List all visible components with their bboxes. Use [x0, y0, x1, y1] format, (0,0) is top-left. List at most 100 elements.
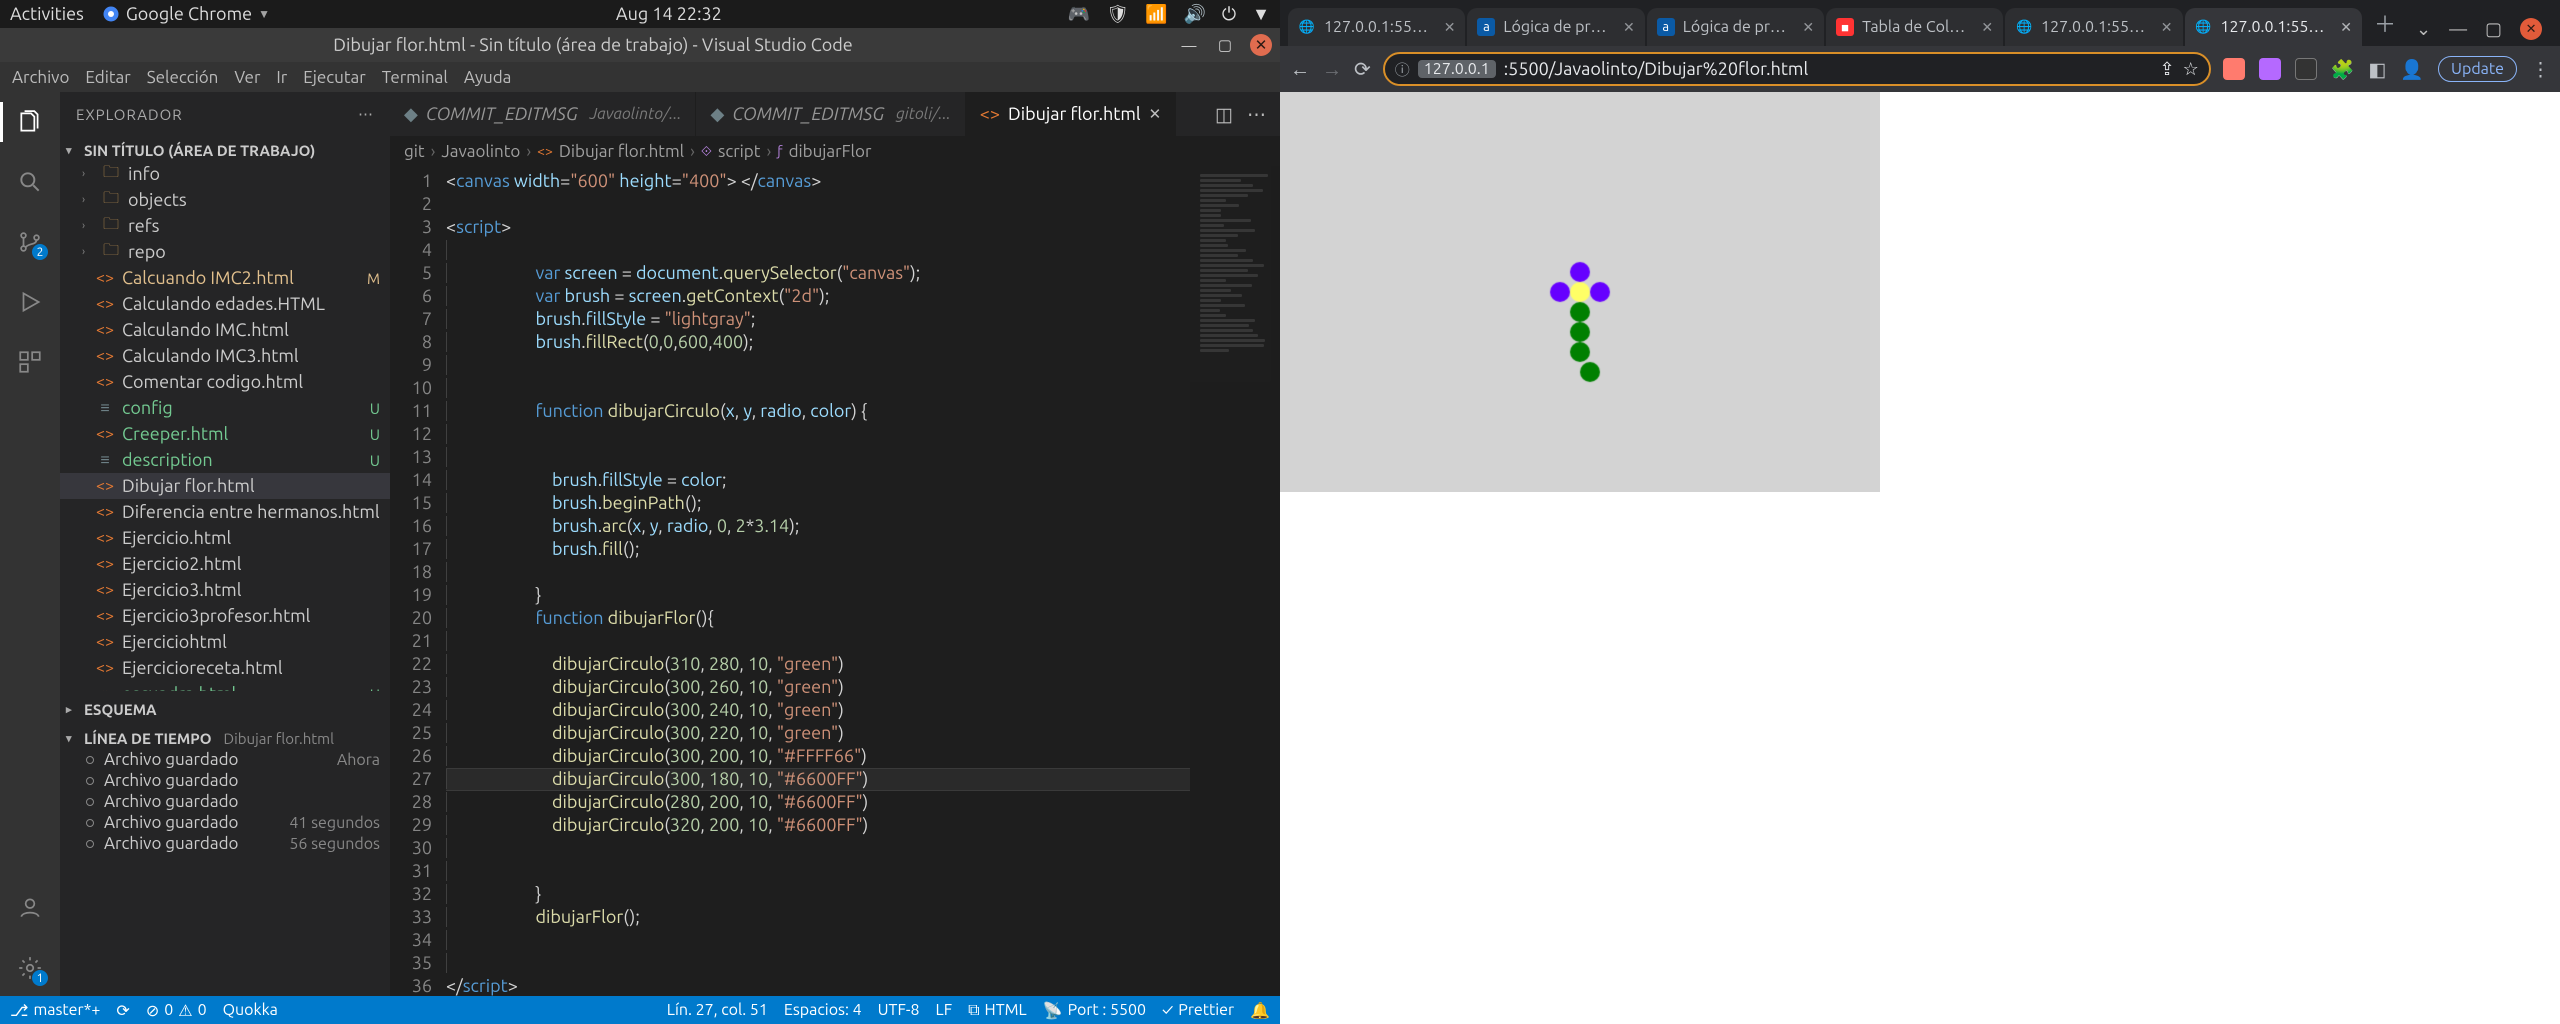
status-liveserver[interactable]: 📡 Port : 5500: [1043, 1001, 1146, 1020]
editor-more-icon[interactable]: ⋯: [1247, 103, 1266, 126]
volume-icon[interactable]: 🔊: [1184, 4, 1206, 25]
menu-item[interactable]: Ejecutar: [303, 68, 366, 87]
power-icon[interactable]: ⏻: [1222, 4, 1236, 25]
tree-item[interactable]: <>Ejercicio.html: [60, 525, 390, 551]
update-button[interactable]: Update: [2438, 56, 2517, 82]
status-problems[interactable]: ⊘ 0 ⚠ 0: [146, 1001, 207, 1020]
status-bell-icon[interactable]: 🔔: [1250, 1001, 1270, 1020]
tree-item[interactable]: <>Calculando IMC3.html: [60, 343, 390, 369]
explorer-activity[interactable]: [10, 102, 50, 142]
outline-section[interactable]: ▸ ESQUEMA: [60, 699, 390, 720]
menu-item[interactable]: Archivo: [12, 68, 69, 87]
timeline-item[interactable]: Archivo guardado: [60, 791, 390, 812]
browser-tab[interactable]: 🌐127.0.0.1:5500/✕: [2185, 8, 2362, 46]
status-spaces[interactable]: Espacios: 4: [784, 1001, 862, 1019]
close-tab-icon[interactable]: ✕: [1149, 105, 1162, 123]
tree-item[interactable]: ›🗀info: [60, 161, 390, 187]
browser-tab[interactable]: ■Tabla de Colore✕: [1826, 8, 2003, 46]
new-tab-button[interactable]: ＋: [2364, 7, 2406, 39]
editor-tab[interactable]: <>Dibujar flor.html✕: [966, 92, 1176, 136]
sidebar-more-icon[interactable]: ⋯: [358, 105, 374, 123]
breadcrumb-item[interactable]: script: [718, 142, 760, 161]
menu-item[interactable]: Selección: [147, 68, 219, 87]
breadcrumb[interactable]: git›Javaolinto›<>Dibujar flor.html›⟐scri…: [390, 136, 1280, 166]
chrome-minimize-button[interactable]: —: [2449, 19, 2467, 39]
profile-avatar[interactable]: 👤: [2400, 58, 2424, 81]
breadcrumb-item[interactable]: Javaolinto: [441, 142, 520, 161]
run-activity[interactable]: [10, 282, 50, 322]
timeline-item[interactable]: Archivo guardado56 segundos: [60, 833, 390, 854]
shield-tray-icon[interactable]: 🛡: [1106, 4, 1129, 25]
extension-icon[interactable]: [2259, 58, 2281, 80]
close-button[interactable]: ✕: [1250, 34, 1272, 56]
browser-tab[interactable]: aLógica de progr✕: [1647, 8, 1824, 46]
close-tab-icon[interactable]: ✕: [2340, 19, 2352, 36]
menu-item[interactable]: Ayuda: [464, 68, 512, 87]
menu-item[interactable]: Terminal: [382, 68, 448, 87]
browser-tab[interactable]: 🌐127.0.0.1:5500/✕: [1288, 8, 1465, 46]
tree-item[interactable]: ›🗀repo: [60, 239, 390, 265]
tree-item[interactable]: <>escuadra.htmlU: [60, 681, 390, 691]
clock[interactable]: Aug 14 22:32: [270, 4, 1068, 24]
system-menu-chevron-icon[interactable]: ▼: [1252, 4, 1270, 25]
activities-button[interactable]: Activities: [10, 4, 84, 24]
menu-item[interactable]: Ver: [234, 68, 260, 87]
chrome-menu-icon[interactable]: ⋮: [2531, 58, 2550, 81]
account-activity[interactable]: [10, 888, 50, 928]
tree-item[interactable]: ≡configU: [60, 395, 390, 421]
tree-item[interactable]: <>Ejercicio3profesor.html: [60, 603, 390, 629]
tree-item[interactable]: <>Ejerciciohtml: [60, 629, 390, 655]
search-activity[interactable]: [10, 162, 50, 202]
browser-tab[interactable]: aLógica de progr✕: [1467, 8, 1644, 46]
reload-button[interactable]: ⟳: [1354, 57, 1371, 81]
tree-item[interactable]: <>Dibujar flor.html: [60, 473, 390, 499]
timeline-item[interactable]: Archivo guardadoAhora: [60, 749, 390, 770]
tree-item[interactable]: ›🗀objects: [60, 187, 390, 213]
menu-item[interactable]: Editar: [85, 68, 130, 87]
settings-activity[interactable]: 1: [10, 948, 50, 988]
tree-item[interactable]: <>Creeper.htmlU: [60, 421, 390, 447]
minimap[interactable]: [1190, 166, 1280, 996]
tree-item[interactable]: <>Calculando IMC.html: [60, 317, 390, 343]
tree-item[interactable]: <>Comentar codigo.html: [60, 369, 390, 395]
timeline-section[interactable]: ▾ LÍNEA DE TIEMPO Dibujar flor.html: [60, 728, 390, 749]
tree-item[interactable]: <>Ejercicio3.html: [60, 577, 390, 603]
status-eol[interactable]: LF: [936, 1001, 953, 1019]
close-tab-icon[interactable]: ✕: [1444, 19, 1456, 36]
minimize-button[interactable]: —: [1178, 34, 1200, 56]
status-prettier[interactable]: ✓ Prettier: [1162, 1001, 1234, 1019]
app-menu[interactable]: Google Chrome▼: [102, 4, 270, 24]
share-icon[interactable]: ⇪: [2160, 59, 2175, 80]
address-bar[interactable]: ⓘ 127.0.0.1:5500/Javaolinto/Dibujar%20fl…: [1383, 52, 2211, 86]
close-tab-icon[interactable]: ✕: [2161, 19, 2173, 36]
status-sync[interactable]: ⟳: [116, 1001, 129, 1020]
chrome-maximize-button[interactable]: ▢: [2485, 19, 2502, 40]
menu-item[interactable]: Ir: [276, 68, 287, 87]
breadcrumb-item[interactable]: dibujarFlor: [789, 142, 872, 161]
extension-icon[interactable]: [2295, 58, 2317, 80]
site-info-icon[interactable]: ⓘ: [1395, 59, 1410, 80]
tree-item[interactable]: ›🗀refs: [60, 213, 390, 239]
split-editor-icon[interactable]: ◫: [1215, 103, 1233, 126]
close-tab-icon[interactable]: ✕: [1802, 19, 1814, 36]
chrome-chevron-icon[interactable]: ⌄: [2416, 19, 2431, 40]
tree-item[interactable]: <>Calculando edades.HTML: [60, 291, 390, 317]
network-icon[interactable]: 📶: [1145, 4, 1167, 25]
scm-activity[interactable]: 2: [10, 222, 50, 262]
forward-button[interactable]: →: [1322, 57, 1342, 82]
extensions-activity[interactable]: [10, 342, 50, 382]
bookmark-icon[interactable]: ☆: [2183, 59, 2199, 80]
tree-item[interactable]: <>Ejercicio2.html: [60, 551, 390, 577]
reading-list-icon[interactable]: ◧: [2368, 58, 2386, 81]
status-position[interactable]: Lín. 27, col. 51: [667, 1001, 768, 1019]
tree-item[interactable]: <>Ejercicioreceta.html: [60, 655, 390, 681]
editor-tab[interactable]: ◆COMMIT_EDITMSGJavaolinto/...: [390, 92, 696, 136]
extension-icon[interactable]: [2223, 58, 2245, 80]
browser-tab[interactable]: 🌐127.0.0.1:5500/✕: [2005, 8, 2182, 46]
discord-tray-icon[interactable]: 🎮: [1068, 4, 1090, 25]
extensions-menu-icon[interactable]: 🧩: [2331, 58, 2355, 81]
timeline-item[interactable]: Archivo guardado41 segundos: [60, 812, 390, 833]
tree-item[interactable]: <>Calcuando IMC2.htmlM: [60, 265, 390, 291]
timeline-item[interactable]: Archivo guardado: [60, 770, 390, 791]
close-tab-icon[interactable]: ✕: [1981, 19, 1993, 36]
